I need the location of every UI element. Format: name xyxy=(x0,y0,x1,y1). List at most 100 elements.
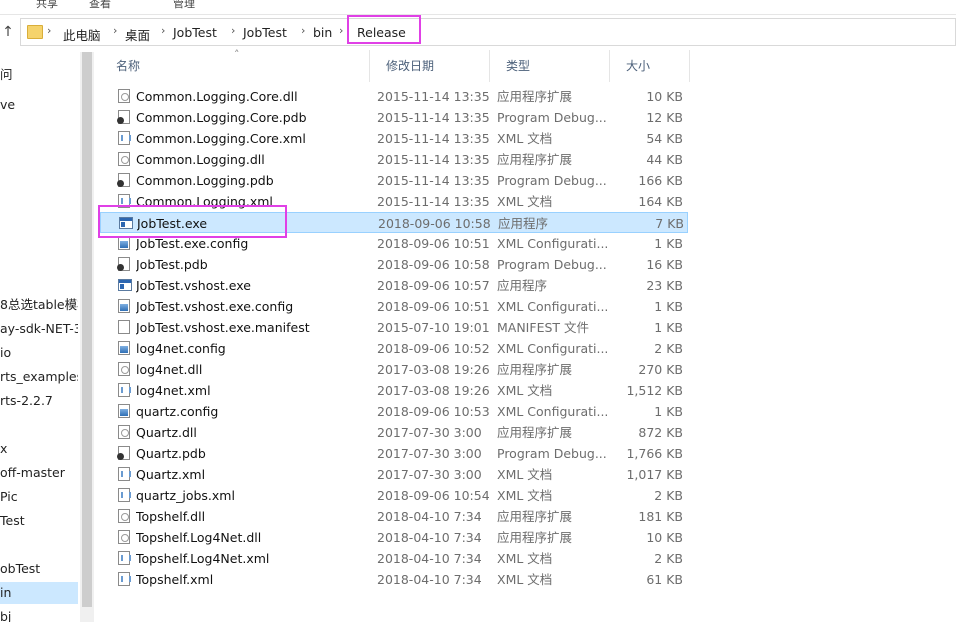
file-size: 181 KB xyxy=(638,509,683,524)
file-row[interactable]: Quartz.dll 2017-07-30 3:00 应用程序扩展 872 KB xyxy=(100,422,688,443)
file-date: 2018-09-06 10:58 xyxy=(377,257,490,272)
config-file-icon xyxy=(118,236,130,250)
address-bar[interactable]: › 此电脑 › 桌面 › JobTest › JobTest › bin › R… xyxy=(20,18,956,46)
folder-icon xyxy=(27,25,43,39)
nav-item[interactable]: rts-2.2.7 xyxy=(0,390,78,412)
file-name: quartz.config xyxy=(136,404,219,419)
nav-scrollbar[interactable] xyxy=(80,52,94,622)
nav-item[interactable]: io xyxy=(0,342,78,364)
file-type: XML 文档 xyxy=(497,131,553,146)
file-row[interactable]: quartz.config 2018-09-06 10:53 XML Configu… xyxy=(100,401,688,422)
file-row[interactable]: JobTest.pdb 2018-09-06 10:58 Program Debug… xyxy=(100,254,688,275)
file-date: 2018-09-06 10:53 xyxy=(377,404,490,419)
up-arrow-icon[interactable]: ↑ xyxy=(0,23,16,41)
breadcrumb-this-pc[interactable]: 此电脑 xyxy=(63,25,101,44)
file-size: 872 KB xyxy=(638,425,683,440)
nav-item[interactable]: ve xyxy=(0,94,78,116)
file-type: XML Configurati... xyxy=(497,404,607,419)
file-size: 10 KB xyxy=(646,530,683,545)
chevron-right-icon[interactable]: › xyxy=(301,24,305,37)
file-row[interactable]: JobTest.vshost.exe.config 2018-09-06 10:5… xyxy=(100,296,688,317)
file-type: 应用程序 xyxy=(498,216,549,231)
file-size: 61 KB xyxy=(646,572,683,587)
file-date: 2018-09-06 10:52 xyxy=(377,341,490,356)
ribbon-tab-view[interactable]: 查看 xyxy=(89,0,111,11)
chevron-right-icon[interactable]: › xyxy=(113,24,117,37)
nav-item[interactable]: rts_examples xyxy=(0,366,78,388)
file-row[interactable]: Topshelf.dll 2018-04-10 7:34 应用程序扩展 181 KB xyxy=(100,506,688,527)
file-row[interactable]: quartz_jobs.xml 2018-09-06 10:54 XML 文档 2 K… xyxy=(100,485,688,506)
file-row[interactable]: Quartz.xml 2017-07-30 3:00 XML 文档 1,017 KB xyxy=(100,464,688,485)
column-header-name[interactable]: 名称 xyxy=(100,50,370,82)
nav-item[interactable]: in xyxy=(0,582,78,604)
file-size: 1 KB xyxy=(654,320,683,335)
file-row[interactable]: log4net.config 2018-09-06 10:52 XML Config… xyxy=(100,338,688,359)
breadcrumb-bin[interactable]: bin xyxy=(313,25,332,40)
breadcrumb-desktop[interactable]: 桌面 xyxy=(125,25,150,44)
nav-item[interactable]: Test xyxy=(0,510,78,532)
file-row[interactable]: Quartz.pdb 2017-07-30 3:00 Program Debug..… xyxy=(100,443,688,464)
column-header-size[interactable]: 大小 xyxy=(610,50,690,82)
file-date: 2015-11-14 13:35 xyxy=(377,110,490,125)
file-size: 1 KB xyxy=(654,236,683,251)
chevron-right-icon[interactable]: › xyxy=(161,24,165,37)
file-size: 12 KB xyxy=(646,110,683,125)
nav-item[interactable]: Pic xyxy=(0,486,78,508)
file-date: 2018-04-10 7:34 xyxy=(377,551,482,566)
chevron-right-icon[interactable]: › xyxy=(47,24,51,37)
highlight-box-jobtest-exe xyxy=(98,205,287,238)
file-type: XML 文档 xyxy=(497,194,553,209)
file-size: 2 KB xyxy=(654,488,683,503)
file-type: Program Debug... xyxy=(497,110,607,125)
column-header-type[interactable]: 类型 xyxy=(490,50,610,82)
ribbon-tabs: 共享 查看 管理 xyxy=(0,0,956,15)
file-type: XML 文档 xyxy=(497,572,553,587)
file-row[interactable]: Common.Logging.pdb 2015-11-14 13:35 Progra… xyxy=(100,170,688,191)
file-row[interactable]: JobTest.vshost.exe 2018-09-06 10:57 应用程序 23… xyxy=(100,275,688,296)
file-row[interactable]: log4net.dll 2017-03-08 19:26 应用程序扩展 270 KB xyxy=(100,359,688,380)
file-name: Common.Logging.pdb xyxy=(136,173,274,188)
breadcrumb-jobtest[interactable]: JobTest xyxy=(173,25,217,40)
file-row[interactable]: Topshelf.Log4Net.xml 2018-04-10 7:34 XML 文… xyxy=(100,548,688,569)
file-date: 2018-09-06 10:58 xyxy=(378,216,491,231)
file-name: quartz_jobs.xml xyxy=(136,488,235,503)
column-header-date[interactable]: 修改日期 xyxy=(370,50,490,82)
file-size: 7 KB xyxy=(655,216,684,231)
file-type: XML Configurati... xyxy=(497,299,607,314)
chevron-right-icon[interactable]: › xyxy=(231,24,235,37)
chevron-right-icon[interactable]: › xyxy=(339,24,343,37)
file-type: 应用程序扩展 xyxy=(497,530,573,545)
nav-item[interactable]: 8总选table模板 xyxy=(0,294,78,316)
file-type: Program Debug... xyxy=(497,257,607,272)
file-row[interactable]: Common.Logging.Core.pdb 2015-11-14 13:35 P… xyxy=(100,107,688,128)
file-row[interactable]: Common.Logging.Core.xml 2015-11-14 13:35 X… xyxy=(100,128,688,149)
nav-item[interactable]: 问 xyxy=(0,64,78,86)
nav-item[interactable]: x xyxy=(0,438,78,460)
file-name: JobTest.vshost.exe xyxy=(136,278,251,293)
exe-file-icon xyxy=(118,279,132,291)
file-row[interactable]: Common.Logging.dll 2015-11-14 13:35 应用程序扩展… xyxy=(100,149,688,170)
ribbon-tab-share[interactable]: 共享 xyxy=(36,0,58,11)
file-row[interactable]: log4net.xml 2017-03-08 19:26 XML 文档 1,512 K… xyxy=(100,380,688,401)
file-row[interactable]: Topshelf.xml 2018-04-10 7:34 XML 文档 61 KB xyxy=(100,569,688,590)
file-date: 2015-07-10 19:01 xyxy=(377,320,490,335)
ribbon-tab-manage[interactable]: 管理 xyxy=(173,0,195,11)
nav-item[interactable]: off-master xyxy=(0,462,78,484)
file-row[interactable]: Topshelf.Log4Net.dll 2018-04-10 7:34 应用程序扩… xyxy=(100,527,688,548)
file-name: Common.Logging.Core.xml xyxy=(136,131,306,146)
file-row[interactable]: Common.Logging.Core.dll 2015-11-14 13:35 应… xyxy=(100,86,688,107)
file-row[interactable]: JobTest.vshost.exe.manifest 2015-07-10 19… xyxy=(100,317,688,338)
nav-item[interactable]: obTest xyxy=(0,558,78,580)
nav-scrollbar-thumb[interactable] xyxy=(82,52,92,607)
dll-file-icon xyxy=(118,425,130,439)
file-name: Common.Logging.Core.dll xyxy=(136,89,298,104)
nav-item[interactable]: ay-sdk-NET-3. xyxy=(0,318,78,340)
file-type: Program Debug... xyxy=(497,446,607,461)
file-type: XML 文档 xyxy=(497,383,553,398)
file-size: 16 KB xyxy=(646,257,683,272)
xml-file-icon xyxy=(118,572,131,586)
file-size: 2 KB xyxy=(654,341,683,356)
file-type: 应用程序扩展 xyxy=(497,89,573,104)
nav-item[interactable]: bj xyxy=(0,606,78,622)
breadcrumb-jobtest-inner[interactable]: JobTest xyxy=(243,25,287,40)
